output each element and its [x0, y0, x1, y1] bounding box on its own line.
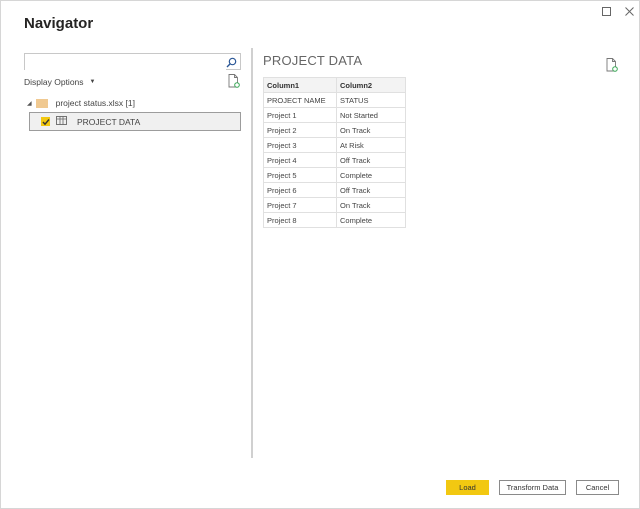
table-cell: Project 1	[263, 107, 337, 123]
refresh-file-icon	[228, 74, 240, 88]
preview-refresh-button[interactable]	[606, 58, 618, 77]
navigator-dialog: Navigator Display Options ▼ ◢ project sta…	[0, 0, 640, 509]
table-cell: Project 6	[263, 182, 337, 198]
maximize-button[interactable]	[598, 3, 614, 19]
tree-item-project-data[interactable]: PROJECT DATA	[29, 112, 241, 131]
preview-table: Column1 Column2 PROJECT NAME STATUS Proje…	[263, 77, 406, 228]
table-cell: Off Track	[336, 152, 406, 168]
transform-data-button[interactable]: Transform Data	[499, 480, 566, 495]
table-row: Project 6 Off Track	[263, 182, 406, 198]
table-row: PROJECT NAME STATUS	[263, 92, 406, 108]
column-header: Column2	[336, 77, 406, 93]
preview-title: PROJECT DATA	[263, 53, 363, 68]
table-cell: Complete	[336, 212, 406, 228]
maximize-icon	[601, 6, 611, 16]
table-cell: Project 3	[263, 137, 337, 153]
table-cell: Project 5	[263, 167, 337, 183]
panel-splitter[interactable]	[251, 48, 253, 458]
table-cell: At Risk	[336, 137, 406, 153]
tree-item-label: PROJECT DATA	[77, 116, 141, 127]
dialog-title: Navigator	[24, 15, 94, 32]
table-row: Project 5 Complete	[263, 167, 406, 183]
table-cell: STATUS	[336, 92, 406, 108]
table-row: Project 8 Complete	[263, 212, 406, 228]
table-icon	[56, 116, 67, 127]
file-name-label: project status.xlsx [1]	[55, 98, 135, 108]
table-cell: PROJECT NAME	[263, 92, 337, 108]
cancel-button[interactable]: Cancel	[576, 480, 619, 495]
column-header: Column1	[263, 77, 337, 93]
checkbox[interactable]	[41, 117, 50, 126]
close-icon	[624, 6, 634, 16]
table-cell: Project 2	[263, 122, 337, 138]
table-cell: Not Started	[336, 107, 406, 123]
table-cell: Complete	[336, 167, 406, 183]
table-row: Project 3 At Risk	[263, 137, 406, 153]
table-row: Project 7 On Track	[263, 197, 406, 213]
refresh-file-icon	[606, 58, 618, 72]
load-button[interactable]: Load	[446, 480, 489, 495]
folder-icon	[35, 98, 48, 108]
table-row: Project 2 On Track	[263, 122, 406, 138]
table-header-row: Column1 Column2	[263, 77, 406, 93]
table-cell: Off Track	[336, 182, 406, 198]
search-box	[24, 53, 241, 73]
refresh-button[interactable]	[228, 74, 240, 93]
display-options-dropdown[interactable]: Display Options ▼	[24, 77, 95, 87]
table-cell: Project 7	[263, 197, 337, 213]
table-cell: On Track	[336, 197, 406, 213]
expand-triangle-icon[interactable]: ◢	[27, 100, 32, 107]
table-cell: Project 8	[263, 212, 337, 228]
display-options-label: Display Options	[24, 77, 84, 87]
table-row: Project 4 Off Track	[263, 152, 406, 168]
search-icon[interactable]	[226, 55, 237, 73]
table-cell: Project 4	[263, 152, 337, 168]
table-row: Project 1 Not Started	[263, 107, 406, 123]
table-cell: On Track	[336, 122, 406, 138]
close-button[interactable]	[621, 3, 637, 19]
search-input[interactable]	[25, 56, 226, 72]
checkmark-icon	[41, 118, 50, 125]
caret-down-icon: ▼	[89, 79, 96, 85]
tree-file-node[interactable]: ◢ project status.xlsx [1]	[27, 98, 135, 108]
